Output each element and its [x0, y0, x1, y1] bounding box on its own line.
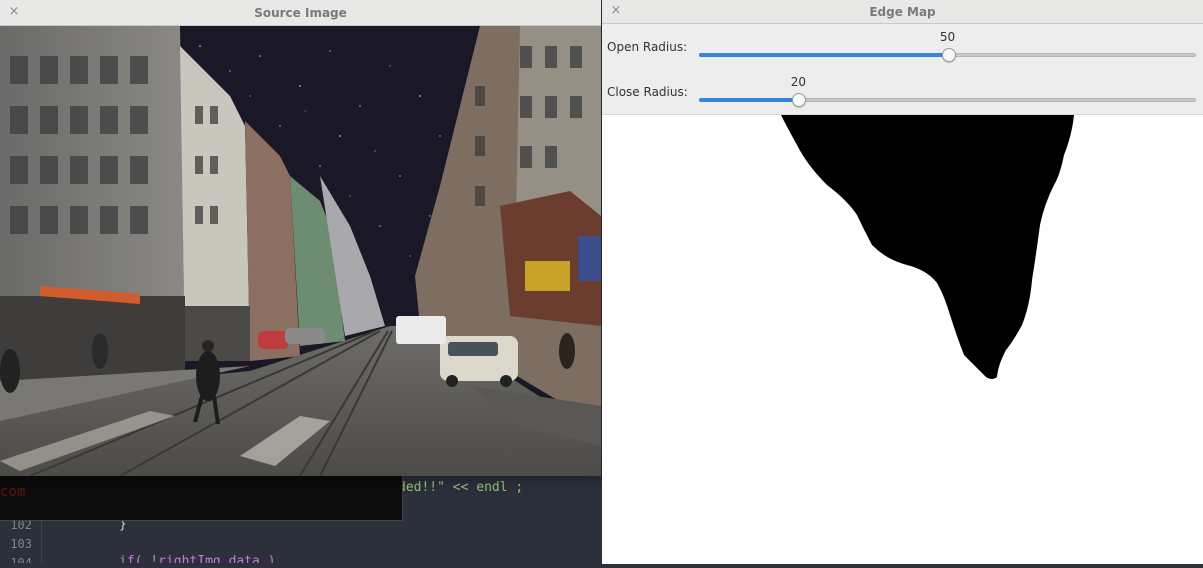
close-radius-label: Close Radius: — [607, 85, 688, 99]
source-window-titlebar[interactable]: × Source Image — [0, 0, 601, 26]
close-radius-slider[interactable] — [699, 93, 1196, 107]
open-radius-label: Open Radius: — [607, 40, 688, 54]
close-icon[interactable]: × — [7, 5, 21, 19]
terminal-text: com — [0, 484, 26, 500]
close-icon[interactable]: × — [609, 4, 623, 18]
edge-window-titlebar[interactable]: × Edge Map — [602, 0, 1203, 24]
line-number: 103 — [10, 537, 32, 551]
slider-thumb[interactable] — [941, 48, 956, 62]
open-radius-slider[interactable] — [699, 48, 1196, 62]
edge-map-canvas — [602, 115, 1203, 564]
terminal-window-background[interactable]: com — [0, 476, 403, 521]
close-radius-value: 20 — [790, 75, 807, 89]
window-title: Source Image — [254, 5, 347, 20]
street-scene-image — [0, 26, 601, 476]
source-image-window[interactable]: × Source Image — [0, 0, 601, 476]
close-radius-row: Close Radius: 20 — [602, 69, 1203, 114]
open-radius-value: 50 — [939, 30, 956, 44]
street-scene-photo — [0, 26, 601, 476]
slider-fill — [699, 98, 799, 102]
window-title: Edge Map — [869, 4, 936, 19]
edge-map-window[interactable]: × Edge Map Open Radius: 50 Close Radius:… — [602, 0, 1203, 564]
line-number: 104 — [10, 556, 32, 563]
trackbar-panel: Open Radius: 50 Close Radius: 20 — [602, 24, 1203, 115]
code-string: ded!!" << endl ; — [398, 480, 524, 495]
code-line-endl: ded!!" << endl ; — [398, 480, 523, 495]
slider-fill — [699, 53, 948, 57]
open-radius-row: Open Radius: 50 — [602, 24, 1203, 69]
code-line-if: if( !rightImg.data ) — [119, 554, 276, 563]
slider-thumb[interactable] — [792, 93, 807, 107]
code-if-statement: if( !rightImg.data ) — [119, 554, 276, 563]
edge-map-mask — [781, 115, 1074, 379]
